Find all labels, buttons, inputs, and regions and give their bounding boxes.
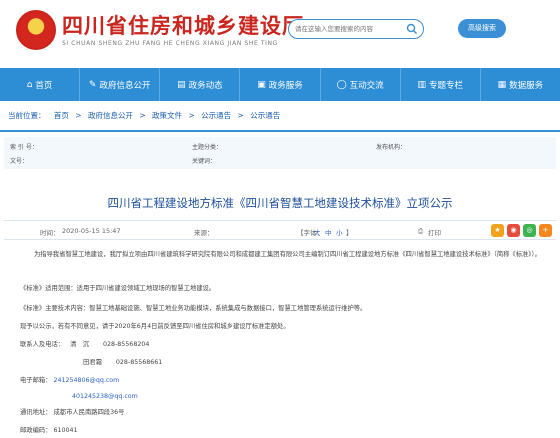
wechat-share-icon[interactable]: ◎ xyxy=(523,224,536,237)
site-subtitle: SI CHUAN SHENG ZHU FANG HE CHENG XIANG J… xyxy=(62,40,278,47)
nav-item-interaction[interactable]: ◯ 互动交流 xyxy=(321,68,401,101)
contact-label: 联系人及电话： xyxy=(20,341,65,348)
font-large-link[interactable]: 大 xyxy=(314,227,321,237)
paragraph: 现予以公示，若有不同意见，请于2020年6月4日前反馈至四川省住房和城乡建设厅标… xyxy=(20,323,290,330)
contact-phone: 028-85568204 xyxy=(103,341,150,348)
index-number-label: 索 引 号： xyxy=(10,144,38,151)
paragraph: 为指导我省智慧工地建设，我厅拟立项由四川省建筑科学研究院有限公司和成都建工集团有… xyxy=(34,251,541,258)
contact-phone: 028-85568661 xyxy=(115,359,163,366)
home-icon: ⌂ xyxy=(26,79,33,90)
site-header: 四川省住房和城乡建设厅 SI CHUAN SHENG ZHU FANG HE C… xyxy=(0,0,560,68)
email-link[interactable]: 401245238@qq.com xyxy=(72,393,138,400)
search-icon[interactable] xyxy=(406,23,418,35)
service-icon: ▣ xyxy=(257,79,266,90)
print-icon[interactable]: ⎙ xyxy=(418,227,423,236)
doc-number-label: 文号： xyxy=(10,158,29,165)
share-icons: ★ ◉ ◎ + xyxy=(491,224,552,237)
font-small-link[interactable]: 小 xyxy=(336,227,343,237)
chat-icon: ◯ xyxy=(336,79,347,90)
nav-item-news[interactable]: ▤ 政务动态 xyxy=(160,68,241,101)
nav-item-label: 专题专栏 xyxy=(429,80,464,91)
search-box xyxy=(288,19,424,39)
email-row: 电子邮箱： 241254806@qq.com xyxy=(20,376,545,386)
source-label: 来源： xyxy=(194,229,214,237)
nav-item-home[interactable]: ⌂ 首页 xyxy=(0,68,81,101)
nav-item-label: 首页 xyxy=(35,80,53,91)
article-title: 四川省工程建设地方标准《四川省智慧工地建设技术标准》立项公示 xyxy=(107,196,453,210)
breadcrumb-link-home[interactable]: 首页 xyxy=(54,111,69,120)
advanced-search-button[interactable]: 高级搜索 xyxy=(458,19,506,38)
qzone-share-icon[interactable]: ★ xyxy=(491,224,504,237)
breadcrumb-separator: > xyxy=(75,111,82,120)
email-label: 电子邮箱： xyxy=(20,377,52,384)
category-label: 主题分类： xyxy=(192,144,223,151)
publish-time-label: 时间： xyxy=(40,229,60,237)
nav-item-data[interactable]: ▦ 数据服务 xyxy=(481,68,560,101)
nav-item-services[interactable]: ▣ 政务服务 xyxy=(240,68,321,101)
contact-name: 田君霜 xyxy=(83,359,102,366)
edit-icon: ✎ xyxy=(88,79,97,90)
data-icon: ▦ xyxy=(497,79,507,90)
topic-icon: ▥ xyxy=(417,79,427,90)
postcode-row: 邮政编码： 610041 xyxy=(20,426,545,436)
print-link[interactable]: 打印 xyxy=(428,227,441,237)
font-size-close: 】 xyxy=(346,229,353,237)
main-nav: ⌂ 首页 ✎ 政府信息公开 ▤ 政务动态 ▣ 政务服务 ◯ 互动交流 ▥ 专题专… xyxy=(0,68,560,101)
breadcrumb-link-policy[interactable]: 政策文件 xyxy=(152,111,182,120)
article-info-bar: 时间： 2020-05-15 15:47 来源： 【字体： 大 中 小 】 ⎙ … xyxy=(4,220,556,240)
postcode-value: 610041 xyxy=(53,427,78,434)
address-row: 通讯地址： 成都市人民南路四段36号 xyxy=(20,408,545,418)
nav-item-label: 互动交流 xyxy=(349,80,384,91)
weibo-share-icon[interactable]: ◉ xyxy=(507,224,520,237)
breadcrumb: 当前位置： 首页 > 政府信息公开 > 政策文件 > 公示通告 > 公示通告 xyxy=(0,110,560,126)
publish-time: 2020-05-15 15:47 xyxy=(62,227,121,235)
national-emblem-logo[interactable] xyxy=(16,10,56,50)
meta-row: 文号： 关键词： xyxy=(4,153,556,169)
email-link[interactable]: 241254806@qq.com xyxy=(54,377,120,384)
contact-row: 联系人及电话： 清 沉 028-85568204 xyxy=(20,340,545,350)
org-label: 发布机构： xyxy=(376,144,407,151)
site-title[interactable]: 四川省住房和城乡建设厅 xyxy=(62,10,304,40)
nav-item-label: 政务服务 xyxy=(268,80,303,91)
paragraph: 《标准》主要技术内容：智慧工地基础设施、智慧工地业务功能模块，系统集成与数据接口… xyxy=(20,305,367,312)
breadcrumb-divider xyxy=(0,130,560,132)
contact-row: 田君霜 028-85568661 xyxy=(83,358,383,368)
more-share-icon[interactable]: + xyxy=(539,224,552,237)
nav-item-label: 政务动态 xyxy=(188,80,223,91)
meta-row: 索 引 号： 主题分类： 发布机构： xyxy=(4,137,556,153)
nav-item-label: 数据服务 xyxy=(509,80,544,91)
paragraph: 《标准》适用范围：适用于四川省建设领域工地现场的智慧工地建设。 xyxy=(20,285,216,292)
nav-item-gov-info[interactable]: ✎ 政府信息公开 xyxy=(80,68,161,101)
contact-name: 清 沉 xyxy=(70,341,89,348)
news-icon: ▤ xyxy=(177,79,186,90)
nav-item-label: 政府信息公开 xyxy=(99,80,151,91)
font-medium-link[interactable]: 中 xyxy=(325,227,332,237)
breadcrumb-link-gov-info[interactable]: 政府信息公开 xyxy=(88,111,133,120)
address-value: 成都市人民南路四段36号 xyxy=(53,409,125,416)
breadcrumb-separator: > xyxy=(139,111,146,120)
breadcrumb-link-notice[interactable]: 公示通告 xyxy=(201,111,231,120)
breadcrumb-separator: > xyxy=(237,111,244,120)
breadcrumb-link-notice-current[interactable]: 公示通告 xyxy=(250,111,280,120)
address-label: 通讯地址： xyxy=(20,409,52,416)
breadcrumb-separator: > xyxy=(188,111,195,120)
search-input[interactable] xyxy=(295,23,403,35)
keywords-label: 关键词： xyxy=(192,158,217,165)
breadcrumb-prefix: 当前位置： xyxy=(8,111,46,120)
nav-item-topics[interactable]: ▥ 专题专栏 xyxy=(401,68,481,101)
email-row: 401245238@qq.com xyxy=(72,392,372,402)
postcode-label: 邮政编码： xyxy=(20,427,52,434)
document-meta: 索 引 号： 主题分类： 发布机构： 文号： 关键词： xyxy=(4,137,556,169)
